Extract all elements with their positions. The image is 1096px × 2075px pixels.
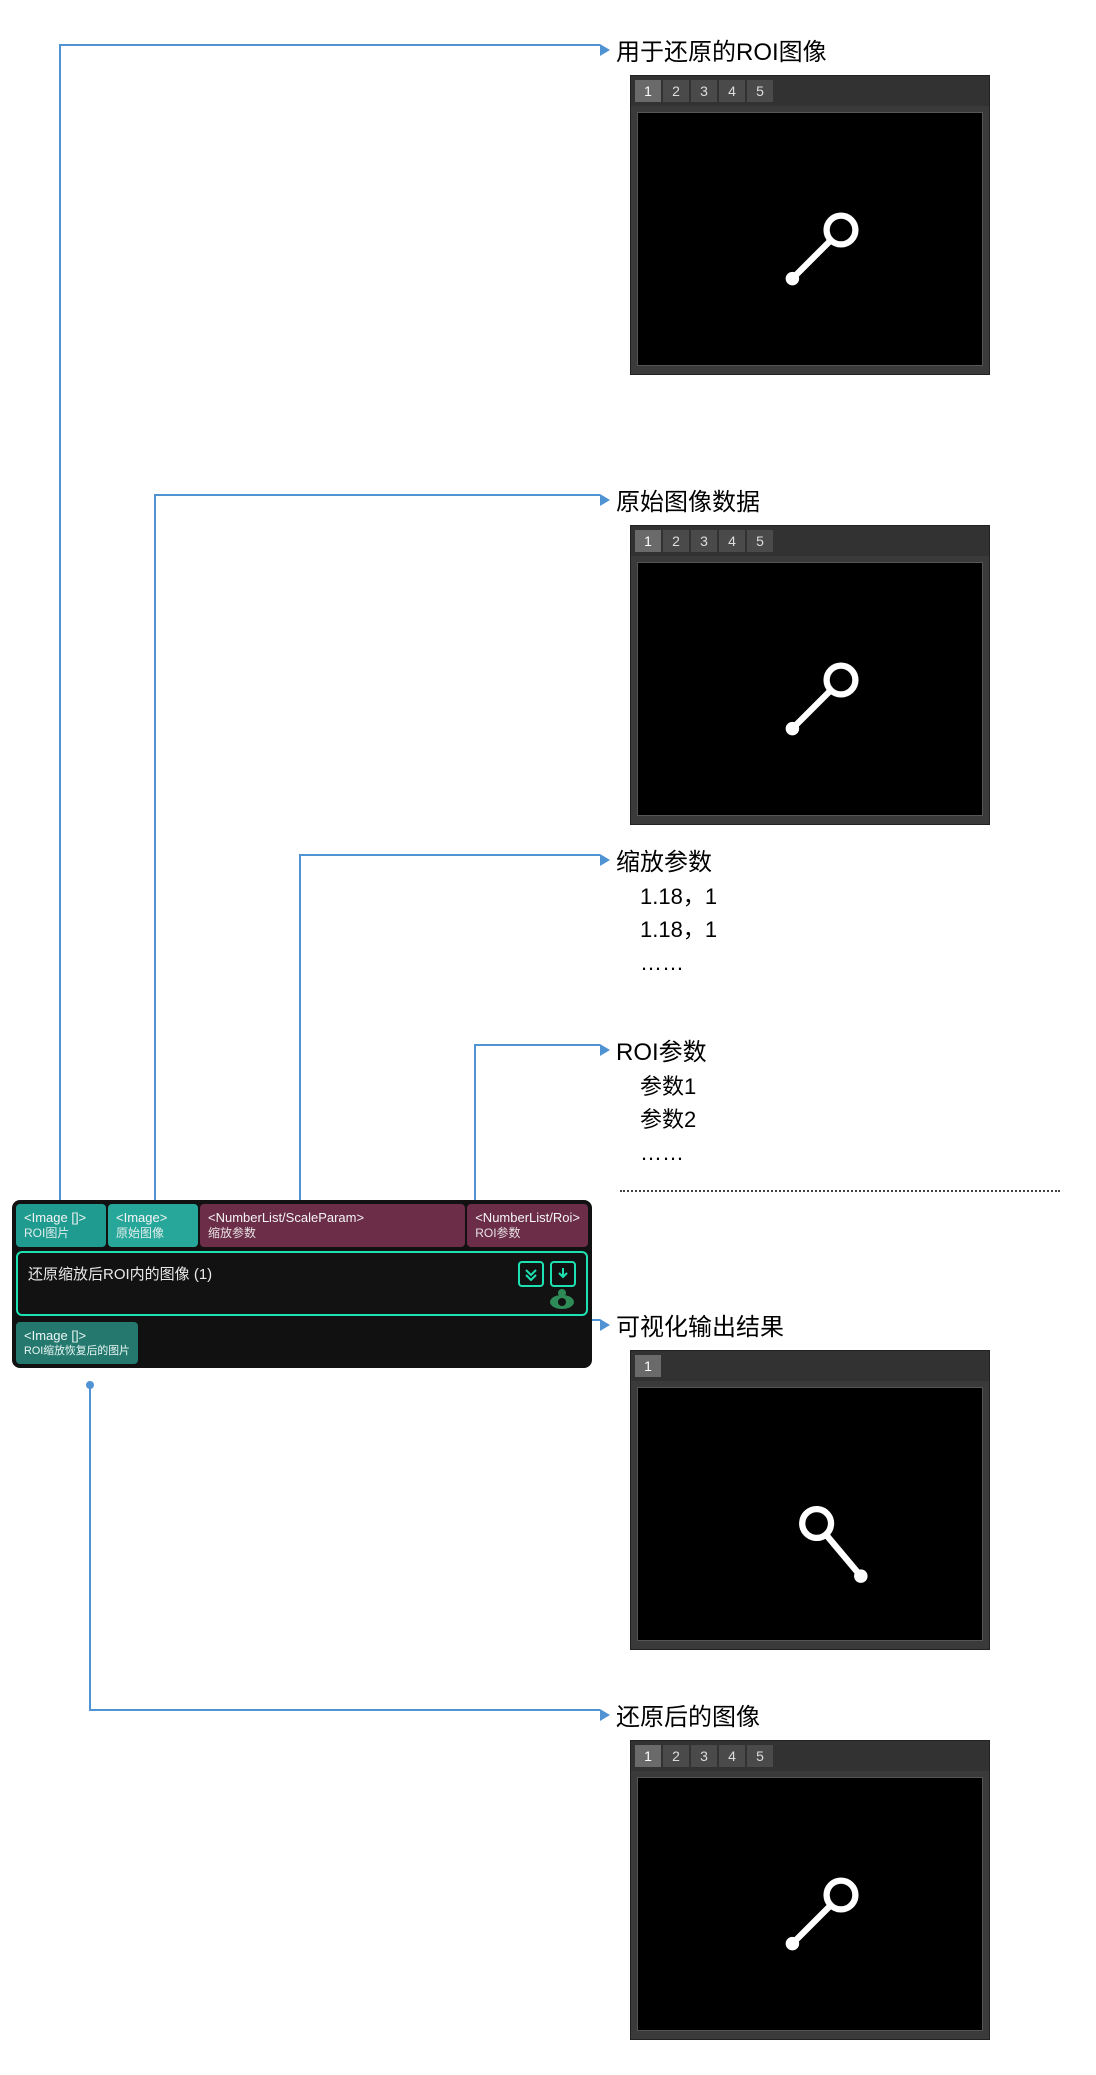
port-roi-image[interactable]: <Image []> ROI图片 xyxy=(16,1204,106,1247)
port-label: 原始图像 xyxy=(116,1226,190,1241)
visualize-icon[interactable] xyxy=(548,1288,576,1310)
thumb-tab[interactable]: 4 xyxy=(719,1745,745,1767)
port-label: ROI参数 xyxy=(475,1226,580,1241)
thumb-image xyxy=(637,1777,983,2031)
thumb-tab[interactable]: 1 xyxy=(635,1745,661,1767)
arrow-right-icon xyxy=(600,494,610,506)
port-scale-param[interactable]: <NumberList/ScaleParam> 缩放参数 xyxy=(200,1204,465,1247)
annotation-label: 缩放参数 xyxy=(616,842,712,877)
operator-node: <Image []> ROI图片 <Image> 原始图像 <NumberLis… xyxy=(12,1200,592,1368)
port-type: <Image []> xyxy=(24,1210,86,1225)
annotation-roi-image-title: 用于还原的ROI图像 xyxy=(600,32,827,67)
port-label: ROI缩放恢复后的图片 xyxy=(24,1345,130,1359)
thumb-image xyxy=(637,112,983,366)
thumb-tab[interactable]: 4 xyxy=(719,530,745,552)
scale-param-line: …… xyxy=(640,946,717,979)
key-shape-icon xyxy=(778,653,868,743)
thumb-tab[interactable]: 3 xyxy=(691,530,717,552)
port-output[interactable]: <Image []> ROI缩放恢复后的图片 xyxy=(16,1322,138,1364)
arrow-right-icon xyxy=(600,44,610,56)
input-ports: <Image []> ROI图片 <Image> 原始图像 <NumberLis… xyxy=(16,1204,588,1247)
thumb-tab[interactable]: 4 xyxy=(719,80,745,102)
port-type: <Image []> xyxy=(24,1328,86,1343)
port-orig-image[interactable]: <Image> 原始图像 xyxy=(108,1204,198,1247)
thumb-image xyxy=(637,1387,983,1641)
roi-param-line: …… xyxy=(640,1136,696,1169)
thumb-tab[interactable]: 1 xyxy=(635,530,661,552)
thumb-tab[interactable]: 2 xyxy=(663,530,689,552)
port-roi-param[interactable]: <NumberList/Roi> ROI参数 xyxy=(467,1204,588,1247)
thumb-tab[interactable]: 3 xyxy=(691,80,717,102)
node-body: 还原缩放后ROI内的图像 (1) xyxy=(16,1251,588,1316)
thumb-tab[interactable]: 2 xyxy=(663,80,689,102)
arrow-right-icon xyxy=(600,1319,610,1331)
key-shape-icon xyxy=(778,1868,868,1958)
annotation-scale-body: 1.18，1 1.18，1 …… xyxy=(640,880,717,979)
thumb-tab[interactable]: 5 xyxy=(747,80,773,102)
thumb-tab[interactable]: 5 xyxy=(747,530,773,552)
annotation-roiparam-title: ROI参数 xyxy=(600,1032,707,1067)
thumb-tab[interactable]: 5 xyxy=(747,1745,773,1767)
annotation-restored-title: 还原后的图像 xyxy=(600,1697,760,1732)
thumb-panel-restored: 1 2 3 4 5 xyxy=(630,1740,990,2040)
annotation-scale-title: 缩放参数 xyxy=(600,842,712,877)
annotation-label: ROI参数 xyxy=(616,1032,707,1067)
roi-param-line: 参数2 xyxy=(640,1103,696,1136)
thumb-tabs: 1 xyxy=(631,1351,989,1381)
annotation-vis-title: 可视化输出结果 xyxy=(600,1307,784,1342)
thumb-tab[interactable]: 1 xyxy=(635,80,661,102)
key-shape-icon xyxy=(784,1494,882,1592)
annotation-label: 用于还原的ROI图像 xyxy=(616,32,827,67)
annotation-orig-title: 原始图像数据 xyxy=(600,482,760,517)
thumb-panel-orig: 1 2 3 4 5 xyxy=(630,525,990,825)
arrow-right-icon xyxy=(600,1709,610,1721)
scale-param-line: 1.18，1 xyxy=(640,913,717,946)
annotation-label: 可视化输出结果 xyxy=(616,1307,784,1342)
node-title: 还原缩放后ROI内的图像 (1) xyxy=(28,1266,212,1283)
port-type: <NumberList/Roi> xyxy=(475,1210,580,1225)
annotation-roiparam-body: 参数1 参数2 …… xyxy=(640,1070,696,1169)
run-icon[interactable] xyxy=(550,1261,576,1287)
key-shape-icon xyxy=(778,203,868,293)
collapse-icon[interactable] xyxy=(518,1261,544,1287)
thumb-panel-vis: 1 xyxy=(630,1350,990,1650)
arrow-right-icon xyxy=(600,854,610,866)
thumb-tabs: 1 2 3 4 5 xyxy=(631,76,989,106)
annotation-label: 还原后的图像 xyxy=(616,1697,760,1732)
port-type: <Image> xyxy=(116,1210,167,1225)
node-action-icons xyxy=(518,1261,576,1287)
thumb-panel-roi: 1 2 3 4 5 xyxy=(630,75,990,375)
arrow-right-icon xyxy=(600,1044,610,1056)
thumb-tabs: 1 2 3 4 5 xyxy=(631,1741,989,1771)
section-divider xyxy=(620,1190,1060,1192)
port-type: <NumberList/ScaleParam> xyxy=(208,1210,364,1225)
thumb-tabs: 1 2 3 4 5 xyxy=(631,526,989,556)
thumb-tab[interactable]: 2 xyxy=(663,1745,689,1767)
thumb-tab[interactable]: 1 xyxy=(635,1355,661,1377)
roi-param-line: 参数1 xyxy=(640,1070,696,1103)
thumb-tab[interactable]: 3 xyxy=(691,1745,717,1767)
port-label: 缩放参数 xyxy=(208,1226,457,1241)
annotation-label: 原始图像数据 xyxy=(616,482,760,517)
scale-param-line: 1.18，1 xyxy=(640,880,717,913)
thumb-image xyxy=(637,562,983,816)
port-label: ROI图片 xyxy=(24,1226,98,1241)
